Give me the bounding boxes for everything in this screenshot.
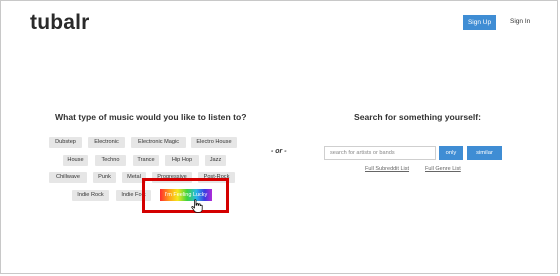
genre-tag-hip-hop[interactable]: Hip Hop: [165, 155, 199, 166]
genre-heading: What type of music would you like to lis…: [55, 112, 247, 122]
genre-tag-electronic-magic[interactable]: Electronic Magic: [131, 137, 186, 148]
subreddit-list-link[interactable]: Full Subreddit List: [365, 166, 409, 172]
only-button[interactable]: only: [439, 146, 463, 160]
sign-up-button[interactable]: Sign Up: [463, 15, 496, 30]
genre-tag-punk[interactable]: Punk: [93, 172, 116, 183]
hand-pointer-icon: [191, 199, 203, 213]
genre-tag-techno[interactable]: Techno: [95, 155, 126, 166]
genre-tag-house[interactable]: House: [63, 155, 88, 166]
or-divider: - or -: [271, 148, 287, 155]
genre-tag-dubstep[interactable]: Dubstep: [49, 137, 82, 148]
genre-tag-electronic[interactable]: Electronic: [88, 137, 125, 148]
search-heading: Search for something yourself:: [354, 112, 482, 122]
page-frame: [0, 0, 558, 274]
sign-in-link[interactable]: Sign In: [510, 18, 530, 25]
artist-search-input[interactable]: [324, 146, 436, 160]
genre-tag-chillwave[interactable]: Chillwave: [49, 172, 87, 183]
genre-list-link[interactable]: Full Genre List: [425, 166, 461, 172]
genre-tag-electro-house[interactable]: Electro House: [191, 137, 237, 148]
similar-button[interactable]: similar: [467, 146, 502, 160]
genre-tag-indie-rock[interactable]: Indie Rock: [72, 190, 109, 201]
site-logo[interactable]: tubalr: [30, 11, 90, 35]
genre-tag-trance[interactable]: Trance: [133, 155, 159, 166]
highlight-box: [142, 178, 229, 213]
genre-tag-jazz[interactable]: Jazz: [205, 155, 226, 166]
